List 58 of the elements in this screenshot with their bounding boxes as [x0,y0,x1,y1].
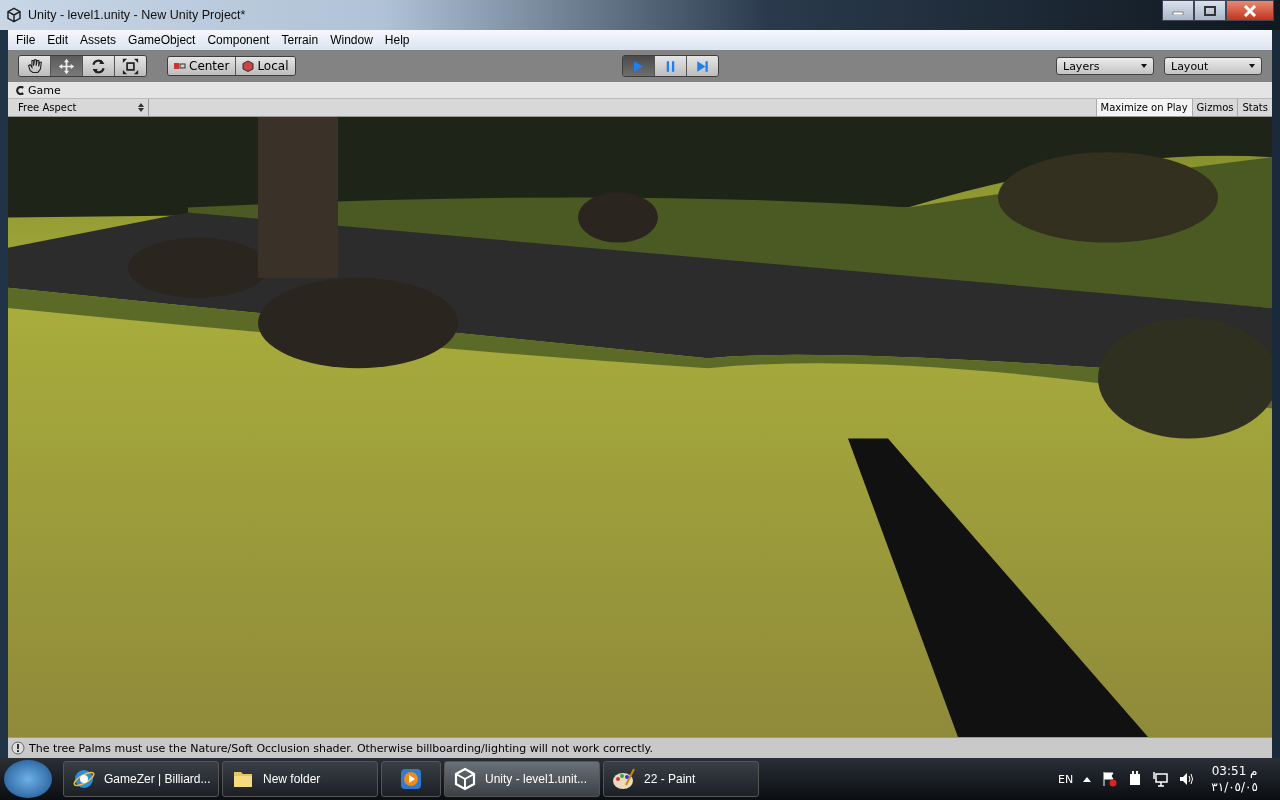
menu-item[interactable]: Help [378,33,416,47]
menu-item[interactable]: Terrain [275,33,325,47]
menu-item[interactable]: Assets [74,33,123,47]
taskbar-button[interactable] [381,761,441,797]
hand-tool-button[interactable] [19,56,51,76]
maximize-icon [1204,5,1216,16]
menu-item[interactable]: Edit [41,33,75,47]
tab-icon [16,85,25,95]
start-button[interactable] [4,760,52,798]
pause-button[interactable] [655,56,688,76]
game-tab[interactable]: Game [8,82,1272,99]
taskbar-button[interactable]: New folder [222,761,378,797]
menu-item[interactable]: Window [324,33,379,47]
menu-item[interactable]: Component [201,33,276,47]
cube-logo-icon [6,7,22,23]
cube-logo-icon [453,767,477,791]
taskbar-button[interactable]: Unity - level1.unit... [444,761,600,797]
aspect-dropdown[interactable]: Free Aspect [8,99,149,116]
palette-icon [612,767,636,791]
move-icon [58,57,75,75]
maximize-button[interactable] [1194,0,1226,21]
close-button[interactable] [1226,0,1274,21]
clock-date: ٣١/٠٥/٠٥ [1211,779,1258,795]
cube-icon [242,60,255,72]
status-message: The tree Palms must use the Nature/Soft Occlusion shader. Otherwise billboarding/lighting will not work correctly. [29,741,653,755]
minimize-button[interactable] [1162,0,1194,21]
taskbar-button[interactable]: GameZer | Billiard... [63,761,219,797]
language-indicator[interactable]: EN [1058,772,1074,786]
scale-tool-button[interactable] [115,56,146,76]
window-title: Unity - level1.unity - New Unity Project* [28,8,247,22]
scale-icon [122,57,139,75]
warning-icon [11,741,25,755]
pivot-toggle-button[interactable]: Center [168,57,237,75]
play-button[interactable] [623,56,656,76]
taskbar-button[interactable]: 22 - Paint [603,761,759,797]
browser-e-icon [72,767,96,791]
dropdown[interactable]: Layout [1164,57,1262,75]
clock-time: 03:51 م [1211,763,1258,779]
view-toggle-button[interactable]: Maximize on Play [1095,99,1192,116]
clock[interactable]: 03:51 م ٣١/٠٥/٠٥ [1211,763,1258,795]
menu-item[interactable]: GameObject [122,33,202,47]
space-toggle-button[interactable]: Local [236,57,295,75]
speaker-icon[interactable] [1179,771,1196,787]
up-down-arrows-icon [138,103,144,112]
move-tool-button[interactable] [51,56,83,76]
dropdown[interactable]: Layers [1056,57,1154,75]
rotate-tool-button[interactable] [83,56,115,76]
rotate-icon [90,57,107,75]
show-hidden-icons-button[interactable] [1083,776,1092,782]
close-icon [1243,4,1257,17]
pivot-icon [174,62,186,70]
flag-icon[interactable] [1101,771,1118,787]
step-icon [695,58,711,74]
media-player-icon [399,767,423,791]
step-button[interactable] [687,56,719,76]
hand-icon [26,57,43,75]
menu-item[interactable]: File [10,33,42,47]
network-icon[interactable] [1153,771,1170,787]
